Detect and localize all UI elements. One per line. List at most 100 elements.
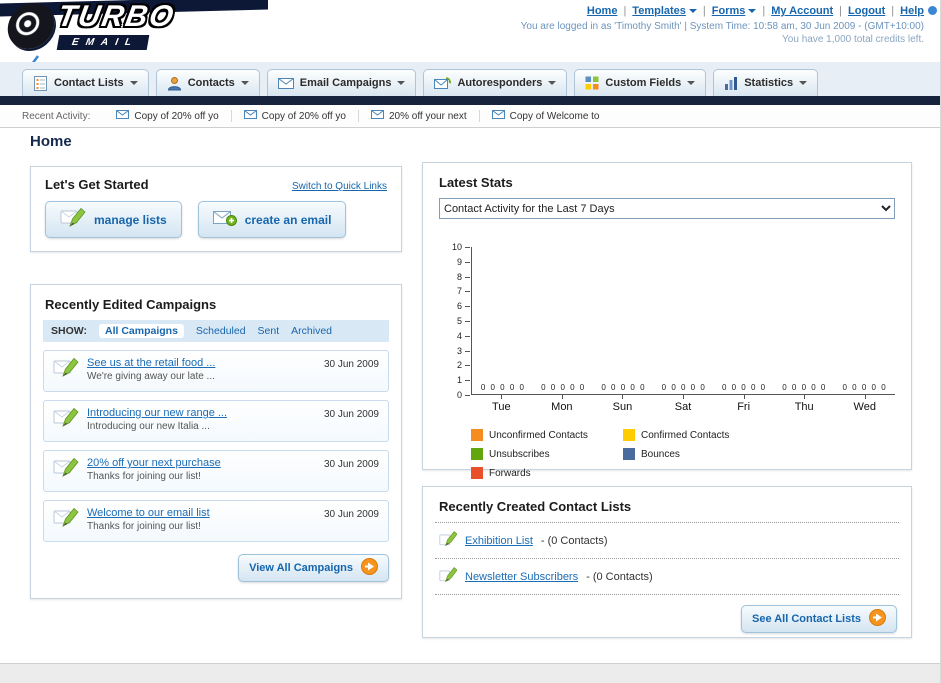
nav-forms[interactable]: Forms (712, 5, 757, 17)
nav-logout[interactable]: Logout (848, 5, 885, 17)
x-tick-label: Thu (774, 395, 835, 413)
recent-activity-item[interactable]: Copy of Welcome to (480, 110, 612, 122)
corner-dot (928, 6, 937, 15)
email-icon (370, 110, 384, 122)
chevron-down-icon (129, 81, 138, 85)
campaign-subtitle: Thanks for joining our list! (87, 521, 201, 532)
logo-disc-icon (4, 3, 58, 49)
contact-list-item[interactable]: Newsletter Subscribers - (0 Contacts) (435, 559, 899, 595)
tab-label: Autoresponders (457, 77, 543, 89)
stats-period-select[interactable]: Contact Activity for the Last 7 Days (439, 198, 895, 219)
pencil-paper-icon (60, 207, 86, 232)
campaign-date: 30 Jun 2009 (323, 359, 379, 370)
legend-swatch (623, 448, 635, 460)
chart-legend: Unconfirmed Contacts Confirmed Contacts Un… (471, 429, 895, 479)
legend-swatch (471, 448, 483, 460)
left-column: Let's Get Started Switch to Quick Links … (30, 166, 402, 599)
campaign-date: 30 Jun 2009 (323, 459, 379, 470)
x-tick-label: Sat (653, 395, 714, 413)
app-logo: TURBO EMAIL (4, 0, 178, 50)
filter-scheduled[interactable]: Scheduled (196, 325, 246, 337)
y-tick-label: 8 (439, 272, 471, 282)
recent-activity-label: Recent Activity: (22, 110, 91, 122)
pencil-icon (439, 566, 458, 587)
y-tick-label: 9 (439, 257, 471, 267)
statistics-icon (724, 76, 738, 90)
nav-help[interactable]: Help (900, 5, 924, 17)
chevron-down-icon (240, 81, 249, 85)
y-tick-label: 5 (439, 316, 471, 326)
nav-divider-bar (0, 96, 940, 105)
campaigns-title: Recently Edited Campaigns (45, 297, 217, 312)
campaign-row[interactable]: Introducing our new range ... Introducin… (43, 400, 389, 442)
nav-separator (621, 5, 628, 17)
value-label-group: 0 0 0 0 0 (842, 383, 888, 392)
chevron-down-icon (397, 81, 406, 85)
x-tick-label: Tue (471, 395, 532, 413)
value-label-group: 0 0 0 0 0 (480, 383, 526, 392)
pencil-icon (439, 530, 458, 551)
campaign-row[interactable]: 20% off your next purchase Thanks for jo… (43, 450, 389, 492)
chart-plot-area: 0 0 0 0 0 0 0 0 0 0 0 0 0 0 0 0 0 0 0 0 0 0 … (471, 247, 895, 395)
campaign-subtitle: We're giving away our late ... (87, 371, 215, 382)
legend-label: Confirmed Contacts (641, 429, 730, 441)
get-started-panel: Let's Get Started Switch to Quick Links … (30, 166, 402, 252)
tab-autoresponders[interactable]: Autoresponders (423, 69, 568, 96)
recent-activity-item[interactable]: Copy of 20% off yo (104, 110, 232, 122)
page-title: Home (30, 133, 72, 150)
credits-remaining: You have 1,000 total credits left. (782, 34, 924, 45)
manage-lists-button[interactable]: manage lists (45, 201, 182, 238)
app-window: TURBO EMAIL Home Templates Forms My Acco… (0, 0, 941, 683)
tab-email-campaigns[interactable]: Email Campaigns (266, 69, 417, 96)
recent-activity-item[interactable]: 20% off your next (359, 110, 480, 122)
campaign-title-link[interactable]: 20% off your next purchase (87, 457, 221, 469)
tab-contacts[interactable]: Contacts (155, 69, 260, 96)
create-email-button[interactable]: create an email (197, 201, 347, 238)
filter-all-campaigns[interactable]: All Campaigns (98, 324, 184, 338)
email-icon (491, 110, 505, 122)
legend-label: Bounces (641, 448, 680, 460)
get-started-title: Let's Get Started (45, 177, 149, 192)
x-tick-label: Mon (532, 395, 593, 413)
recent-activity-item[interactable]: Copy of 20% off yo (232, 110, 359, 122)
footer (0, 663, 940, 683)
view-all-campaigns-button[interactable]: View All Campaigns (238, 554, 389, 582)
y-tick-label: 1 (439, 375, 471, 385)
filter-archived[interactable]: Archived (291, 325, 332, 337)
legend-swatch (471, 429, 483, 441)
tab-statistics[interactable]: Statistics (713, 69, 819, 96)
value-label-group: 0 0 0 0 0 (601, 383, 647, 392)
campaign-title-link[interactable]: See us at the retail food ... (87, 357, 215, 369)
recent-contact-lists-panel: Recently Created Contact Lists Exhibitio… (422, 486, 912, 638)
latest-stats-panel: Latest Stats Contact Activity for the La… (422, 162, 912, 479)
contact-list-item[interactable]: Exhibition List - (0 Contacts) (435, 523, 899, 559)
tab-contact-lists[interactable]: Contact Lists (22, 69, 149, 96)
recent-activity-bar: Recent Activity: Copy of 20% off yo Copy… (0, 105, 940, 128)
envelope-pencil-icon (53, 507, 79, 534)
contact-list-items: Exhibition List - (0 Contacts) Newslette… (435, 522, 899, 595)
value-label-group: 0 0 0 0 0 (661, 383, 707, 392)
campaign-title-link[interactable]: Welcome to our email list (87, 507, 210, 519)
value-label-group: 0 0 0 0 0 (541, 383, 586, 392)
filter-sent[interactable]: Sent (258, 325, 280, 337)
nav-templates[interactable]: Templates (632, 5, 697, 17)
email-icon (116, 110, 130, 122)
see-all-contact-lists-button[interactable]: See All Contact Lists (740, 605, 897, 633)
contact-list-link[interactable]: Exhibition List (465, 535, 533, 547)
campaign-row[interactable]: See us at the retail food ... We're givi… (43, 350, 389, 392)
switch-quick-links-link[interactable]: Switch to Quick Links (292, 181, 387, 192)
contact-list-link[interactable]: Newsletter Subscribers (465, 571, 578, 583)
legend-item: Confirmed Contacts (623, 429, 775, 441)
envelope-pencil-icon (53, 407, 79, 434)
nav-home[interactable]: Home (587, 5, 618, 17)
envelope-plus-icon (212, 210, 237, 229)
show-label: SHOW: (51, 325, 87, 337)
legend-label: Unconfirmed Contacts (489, 429, 588, 441)
y-tick-label: 2 (439, 360, 471, 370)
campaign-title-link[interactable]: Introducing our new range ... (87, 407, 227, 419)
campaign-date: 30 Jun 2009 (323, 409, 379, 420)
nav-my-account[interactable]: My Account (771, 5, 833, 17)
contact-activity-chart: 10 9 8 7 6 5 4 3 2 1 0 0 0 0 0 00 0 0 0 00 0 0 0 0… (439, 242, 895, 413)
campaign-row[interactable]: Welcome to our email list Thanks for joi… (43, 500, 389, 542)
tab-custom-fields[interactable]: Custom Fields (574, 69, 707, 96)
